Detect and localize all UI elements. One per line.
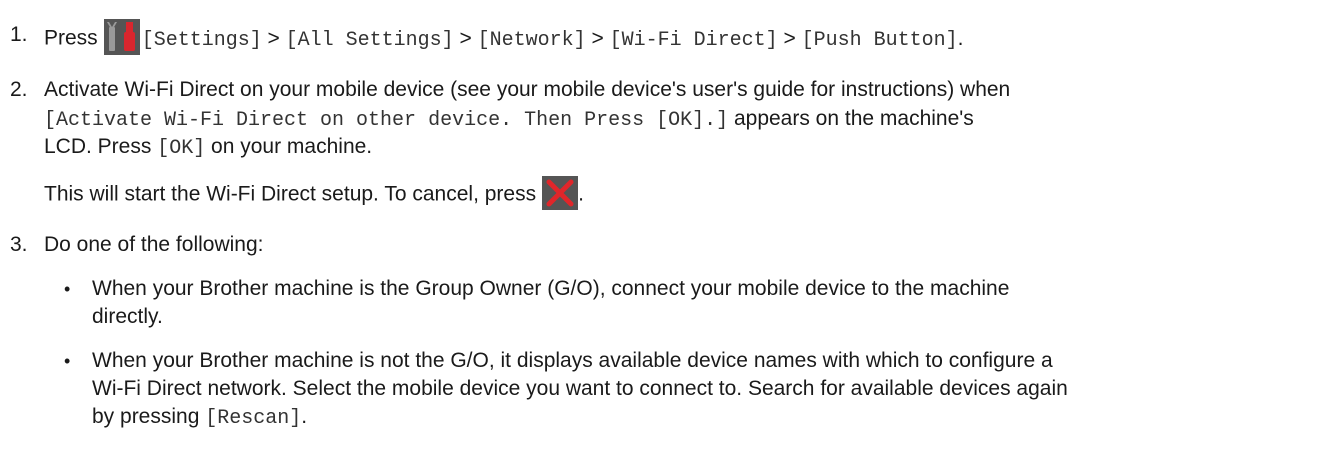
bullet-1-line-2: directly. [92,305,163,328]
settings-icon [103,19,140,55]
rescan-button-label: [Rescan] [205,407,302,430]
bullet-2-line-3-b: . [301,405,308,428]
step-2-note: This will start the Wi-Fi Direct setup. … [44,176,584,212]
bullet-2-line-1: When your Brother machine is not the G/O… [92,349,1053,372]
step-2-line-2-tail: appears on the machine's [728,107,974,130]
step-3-text: Do one of the following: [44,233,264,256]
bullet-marker: • [64,351,71,371]
step-1-lead: Press [44,26,98,50]
menu-path-item: [Wi-Fi Direct] [609,28,778,52]
step-2-note-end: . [578,182,584,206]
step-number: 1. [10,23,28,46]
menu-path-separator: > [453,26,478,50]
bullet-2-line-2: Wi-Fi Direct network. Select the mobile … [92,377,1068,400]
step-2-line-3: LCD. Press [OK] on your machine. [44,133,372,163]
menu-path-item: [Settings] [141,28,262,52]
menu-path-item: [All Settings] [285,28,454,52]
step-2-line-3-b: on your machine. [205,135,373,158]
bullet-marker: • [64,279,71,299]
bullet-2-line-3-a: by pressing [92,405,206,428]
step-number: 2. [10,78,28,101]
menu-path-item: [Push Button] [801,28,958,52]
menu-path: [Settings] > [All Settings] > [Network] … [141,26,964,52]
menu-path-separator: > [261,26,286,50]
step-number: 3. [10,233,28,256]
lcd-message: [Activate Wi-Fi Direct on other device. … [44,109,729,132]
instructions-document: 1. Press [Settings] > [All Settings] > [… [0,0,1336,457]
bullet-2-line-3: by pressing [Rescan]. [92,403,307,433]
step-2-line-1: Activate Wi-Fi Direct on your mobile dev… [44,78,1011,101]
menu-path-separator: > [585,26,610,50]
cancel-icon [542,176,579,210]
menu-path-separator: . [957,26,964,50]
step-2-line-2: [Activate Wi-Fi Direct on other device. … [44,105,974,135]
ok-button-label: [OK] [157,137,206,160]
menu-path-item: [Network] [477,28,586,52]
step-1-text: Press [Settings] > [All Settings] > [Net… [44,19,964,57]
menu-path-separator: > [777,26,802,50]
step-2-line-3-a: LCD. Press [44,135,158,158]
bullet-1-line-1: When your Brother machine is the Group O… [92,277,1010,300]
step-2-note-text: This will start the Wi-Fi Direct setup. … [44,182,537,206]
